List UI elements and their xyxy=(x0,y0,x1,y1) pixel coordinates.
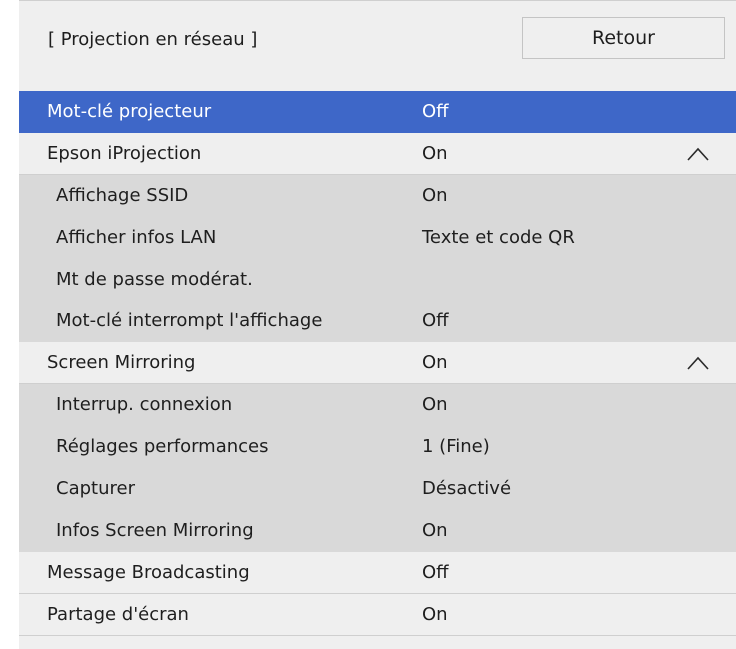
chevron-up-icon[interactable] xyxy=(687,356,709,370)
list-item-moderator-password[interactable]: Mt de passe modérat. xyxy=(19,258,736,301)
item-value: On xyxy=(422,184,448,206)
item-value: Off xyxy=(422,101,449,122)
list-item-projector-keyword[interactable]: Mot-clé projecteur Off xyxy=(19,91,736,133)
item-label: Mt de passe modérat. xyxy=(56,268,253,290)
settings-list: Mot-clé projecteur Off Epson iProjection… xyxy=(19,91,736,636)
page-title: [ Projection en réseau ] xyxy=(48,29,258,50)
item-value: Off xyxy=(422,310,449,332)
item-label: Epson iProjection xyxy=(47,142,202,164)
list-item-capture[interactable]: Capturer Désactivé xyxy=(19,468,736,510)
top-divider xyxy=(19,0,736,1)
item-value: Texte et code QR xyxy=(422,226,575,248)
item-label: Mot-clé projecteur xyxy=(47,101,212,122)
list-item-performance-settings[interactable]: Réglages performances 1 (Fine) xyxy=(19,426,736,469)
list-item-connection-interrupt[interactable]: Interrup. connexion On xyxy=(19,384,736,427)
item-value: On xyxy=(422,352,448,374)
item-value: On xyxy=(422,142,448,164)
list-item-lan-info[interactable]: Afficher infos LAN Texte et code QR xyxy=(19,216,736,259)
item-label: Afficher infos LAN xyxy=(56,226,217,248)
item-value: On xyxy=(422,603,448,625)
item-value: On xyxy=(422,519,448,541)
item-label: Partage d'écran xyxy=(47,603,189,625)
list-item-screen-sharing[interactable]: Partage d'écran On xyxy=(19,593,736,636)
item-label: Message Broadcasting xyxy=(47,561,250,583)
item-label: Affichage SSID xyxy=(56,184,189,206)
back-button[interactable]: Retour xyxy=(522,17,725,59)
item-value: 1 (Fine) xyxy=(422,436,490,458)
item-label: Infos Screen Mirroring xyxy=(56,519,254,541)
item-label: Interrup. connexion xyxy=(56,394,233,416)
item-value: Désactivé xyxy=(422,478,512,500)
list-item-keyword-interrupt[interactable]: Mot-clé interrompt l'affichage Off xyxy=(19,300,736,343)
list-item-message-broadcasting[interactable]: Message Broadcasting Off xyxy=(19,551,736,594)
item-label: Réglages performances xyxy=(56,436,269,458)
item-label: Mot-clé interrompt l'affichage xyxy=(56,310,323,332)
item-value: On xyxy=(422,394,448,416)
list-item-ssid-display[interactable]: Affichage SSID On xyxy=(19,174,736,217)
item-label: Screen Mirroring xyxy=(47,352,196,374)
list-item-screen-mirroring[interactable]: Screen Mirroring On xyxy=(19,342,736,385)
item-label: Capturer xyxy=(56,478,135,500)
list-item-epson-iprojection[interactable]: Epson iProjection On xyxy=(19,132,736,175)
item-value: Off xyxy=(422,561,449,583)
list-item-screen-mirroring-info[interactable]: Infos Screen Mirroring On xyxy=(19,509,736,552)
chevron-up-icon[interactable] xyxy=(687,147,709,161)
